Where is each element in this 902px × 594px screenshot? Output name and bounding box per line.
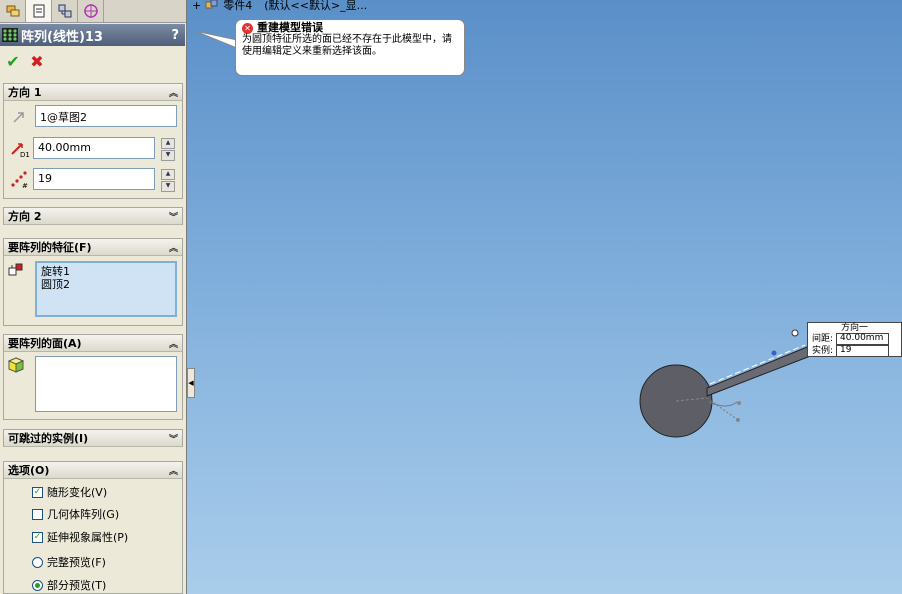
feature-title: 阵列(线性)13 [21,29,103,45]
ok-button[interactable]: ✔ [4,52,22,71]
vary-sketch-label: 随形变化(V) [47,486,108,499]
faces-to-pattern-header[interactable]: 要阵列的面(A) ︽ [4,335,182,352]
cancel-button[interactable]: ✖ [28,52,46,71]
configuration-manager-tab[interactable] [52,0,78,22]
spin-up-icon[interactable]: ▲ [161,169,175,180]
checkbox-checked[interactable]: ✓ [32,486,43,498]
features-to-pattern-title: 要阵列的特征(F) [8,241,92,254]
error-icon: ✕ [242,22,253,34]
features-listbox[interactable]: 旋转1 圆顶2 [35,261,177,317]
feature-manager-tab[interactable] [0,0,26,22]
options-title: 选项(O) [8,464,50,477]
direction2-section: 方向 2 ︾ [3,207,183,225]
direction2-header[interactable]: 方向 2 ︾ [4,208,182,225]
instances-spinner[interactable]: ▲ ▼ [161,169,175,192]
faces-to-pattern-title: 要阵列的面(A) [8,337,82,350]
faces-listbox[interactable] [35,356,177,412]
feature-manager-icon [6,5,19,17]
direction2-title: 方向 2 [8,210,42,223]
expand-toggle[interactable]: + [192,0,201,12]
options-section: 选项(O) ︽ [3,461,183,594]
options-header[interactable]: 选项(O) ︽ [4,462,182,479]
full-preview-radio[interactable]: 完整预览(F) [32,554,106,570]
feature-title-bar: 阵列(线性)13 ? [0,24,185,46]
spin-down-icon[interactable]: ▼ [161,181,175,192]
direction-arrow-icon [13,112,24,123]
tooltip-title: 重建模型错误 [257,21,323,34]
radio-selected[interactable] [32,579,43,591]
model-graphics [639,329,833,438]
list-item[interactable]: 圆顶2 [41,278,171,291]
feature-tree-root[interactable]: + 零件4 (默认<<默认>_显... [192,0,367,13]
instances-to-skip-section: 可跳过的实例(I) ︾ [3,429,183,447]
graphics-viewport[interactable] [187,0,902,594]
geometry-pattern-label: 几何体阵列(G) [47,508,120,521]
direction1-title: 方向 1 [8,86,42,99]
face-select-icon [8,357,24,373]
instances-to-skip-header[interactable]: 可跳过的实例(I) ︾ [4,430,182,447]
partial-preview-label: 部分预览(T) [47,579,107,592]
linear-pattern-icon [2,28,18,42]
manager-tabs [0,0,186,23]
checkbox-checked[interactable]: ✓ [32,531,43,543]
instances-icon: # [11,171,28,189]
tooltip-pointer [195,30,237,49]
chevron-up-icon: ︽ [168,243,178,254]
confirm-row: ✔ ✖ [4,52,46,71]
callout-spacing-value[interactable]: 40.00mm [836,333,890,345]
property-manager-panel: 阵列(线性)13 ? ✔ ✖ 方向 1 ︽ 1@草图2 D1 40.00mm ▲ ▼… [0,0,187,594]
direction-callout[interactable]: 方向一 间距: 40.00mm 实例: 19 [807,322,902,357]
propagate-visual-checkbox[interactable]: ✓ 延伸视象属性(P) [32,529,128,545]
chevron-up-icon: ︽ [168,466,178,477]
features-to-pattern-header[interactable]: 要阵列的特征(F) ︽ [4,239,182,256]
callout-title: 方向一 [840,323,868,333]
svg-text:#: # [22,182,28,189]
svg-text:D1: D1 [20,151,30,158]
property-manager-tab[interactable] [26,0,52,22]
direction-reference-field[interactable]: 1@草图2 [35,105,177,127]
spacing-spinner[interactable]: ▲ ▼ [161,138,175,161]
dimxpert-icon [83,4,98,18]
chevron-down-icon: ︾ [168,212,178,223]
callout-instances-label: 实例: [812,346,834,356]
full-preview-label: 完整预览(F) [47,556,106,569]
part-icon [205,0,218,9]
partial-preview-radio[interactable]: 部分预览(T) [32,577,106,593]
chevron-down-icon: ︾ [168,434,178,445]
checkbox-unchecked[interactable] [32,508,43,520]
geometry-pattern-checkbox[interactable]: 几何体阵列(G) [32,506,119,522]
configuration-manager-icon [58,4,71,18]
rebuild-error-tooltip: ✕ 重建模型错误 为圆顶特征所选的面已经不存在于此模型中，请使用编辑定义来重新选择… [235,19,465,76]
feature-select-icon [8,263,23,276]
panel-collapse-handle[interactable]: ◀ [187,368,195,398]
part-name[interactable]: 零件4 [223,0,252,13]
list-item[interactable]: 旋转1 [41,265,171,278]
callout-instances-value[interactable]: 19 [836,345,890,357]
chevron-up-icon: ︽ [168,88,178,99]
spin-up-icon[interactable]: ▲ [161,138,175,149]
spacing-field[interactable]: 40.00mm [33,137,155,159]
part-configuration: (默认<<默认>_显... [264,0,368,12]
property-manager-icon [33,4,44,18]
radio-unselected[interactable] [32,556,43,568]
propagate-visual-label: 延伸视象属性(P) [47,531,129,544]
help-button[interactable]: ? [171,28,179,43]
instances-field[interactable]: 19 [33,168,155,190]
spin-down-icon[interactable]: ▼ [161,150,175,161]
callout-spacing-label: 间距: [812,334,834,344]
chevron-up-icon: ︽ [168,339,178,350]
dimxpert-tab[interactable] [78,0,104,22]
tooltip-body: 为圆顶特征所选的面已经不存在于此模型中，请使用编辑定义来重新选择该面。 [242,34,452,57]
instances-to-skip-title: 可跳过的实例(I) [8,432,89,445]
vary-sketch-checkbox[interactable]: ✓ 随形变化(V) [32,484,107,500]
spacing-icon: D1 [11,143,30,158]
direction1-header[interactable]: 方向 1 ︽ [4,84,182,101]
